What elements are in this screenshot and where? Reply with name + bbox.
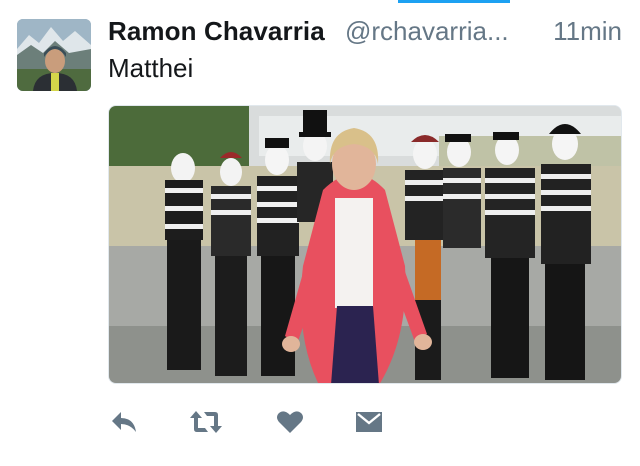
retweet-icon bbox=[190, 411, 222, 433]
tweet-header: Ramon Chavarria @rchavarria... 11min bbox=[108, 16, 628, 48]
author-username[interactable]: @rchavarria... bbox=[345, 16, 509, 47]
reply-button[interactable] bbox=[108, 405, 142, 439]
tweet-media-image[interactable] bbox=[108, 105, 622, 384]
reply-icon bbox=[112, 412, 136, 432]
avatar-photo bbox=[17, 19, 91, 91]
heart-icon bbox=[277, 411, 303, 433]
like-button[interactable] bbox=[273, 405, 307, 439]
active-tab-indicator bbox=[398, 0, 510, 3]
mimes-photo bbox=[109, 106, 621, 383]
envelope-icon bbox=[356, 412, 382, 432]
author-display-name[interactable]: Ramon Chavarria bbox=[108, 16, 325, 47]
avatar[interactable] bbox=[17, 19, 91, 91]
retweet-button[interactable] bbox=[188, 405, 224, 439]
tweet-timestamp: 11min bbox=[553, 16, 622, 46]
direct-message-button[interactable] bbox=[352, 405, 386, 439]
tweet-text: Matthei bbox=[108, 53, 194, 83]
tweet-actions bbox=[108, 405, 408, 439]
